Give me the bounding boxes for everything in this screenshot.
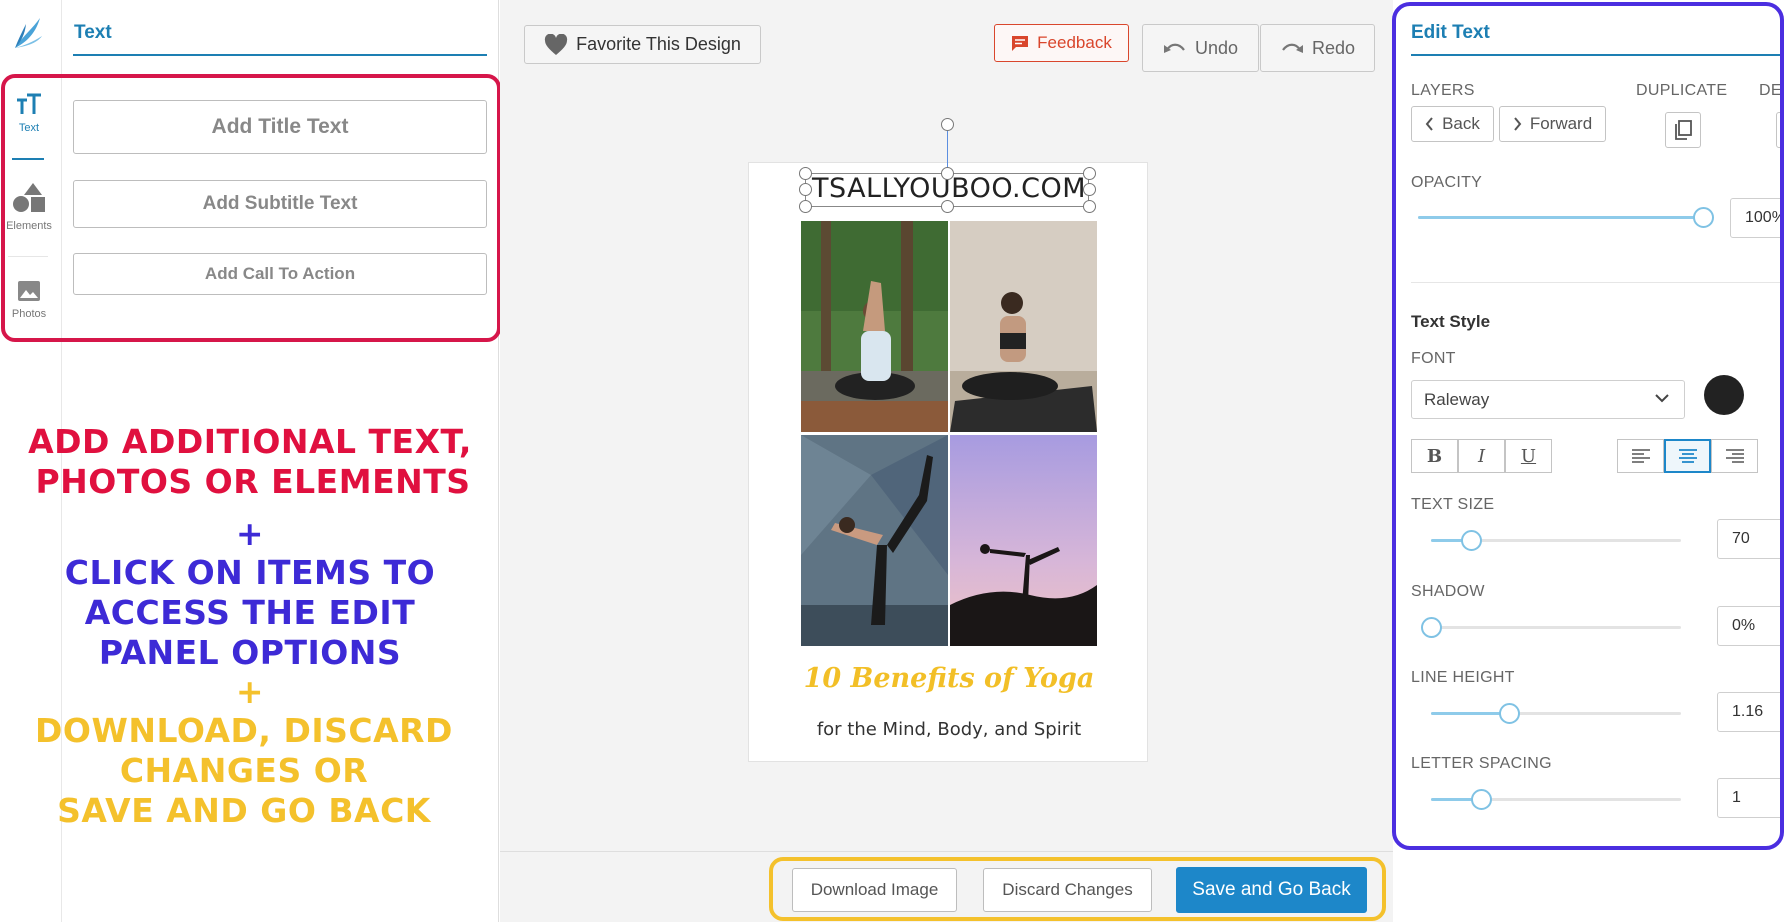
design-subtitle-text[interactable]: for the Mind, Body, and Spirit [749,719,1149,740]
resize-handle[interactable] [941,167,954,180]
instruction-plus: + [235,514,265,553]
instruction-line: CHANGES OR [119,751,369,790]
design-photo[interactable] [801,221,948,432]
panel-title: Text [74,22,112,43]
callout-add-content [1,74,501,342]
instruction-line: CLICK ON ITEMS TO [64,553,436,592]
redo-label: Redo [1311,37,1356,58]
instruction-line: ACCESS THE EDIT [84,593,416,632]
design-photo[interactable] [950,221,1097,432]
resize-handle[interactable] [941,200,954,213]
panel-title-rule [73,54,487,56]
instruction-line: PANEL OPTIONS [98,633,402,672]
app-logo [15,18,42,48]
resize-handle[interactable] [1083,167,1096,180]
favorite-label: Favorite This Design [576,34,741,54]
instruction-plus: + [235,672,265,711]
favorite-design-button[interactable]: Favorite This Design [524,25,761,64]
instruction-line: PHOTOS OR ELEMENTS [35,462,471,501]
design-title-text[interactable]: 10 Benefits of Yoga [749,663,1149,694]
feedback-button[interactable]: Feedback [994,24,1129,62]
design-photo[interactable] [950,435,1097,646]
design-photo[interactable] [801,435,948,646]
feedback-label: Feedback [1037,33,1112,52]
download-image-button[interactable]: Download Image [792,868,957,912]
undo-icon [1163,43,1185,53]
callout-edit-panel [1392,2,1784,850]
redo-icon [1282,43,1303,53]
rotate-handle[interactable] [941,118,954,131]
instruction-line: DOWNLOAD, DISCARD [35,711,453,750]
design-page[interactable]: TSALLYOUBOO.COM 10 Benefits of Yoga for … [748,118,1149,762]
heart-icon [545,33,568,55]
redo-button[interactable]: Redo [1260,24,1375,72]
resize-handle[interactable] [799,167,812,180]
resize-handle[interactable] [799,183,812,196]
design-canvas-area: Favorite This Design Feedback Undo Redo … [500,0,1393,922]
undo-label: Undo [1194,37,1239,58]
bottom-action-bar: Download Image Discard Changes Save and … [500,851,1393,922]
resize-handle[interactable] [1083,200,1096,213]
undo-button[interactable]: Undo [1142,24,1259,72]
resize-handle[interactable] [799,200,812,213]
discard-changes-button[interactable]: Discard Changes [983,868,1152,912]
resize-handle[interactable] [1083,183,1096,196]
instruction-line: ADD ADDITIONAL TEXT, [28,422,472,461]
chat-icon [1012,36,1029,51]
instruction-line: SAVE AND GO BACK [57,791,431,830]
save-and-go-back-button[interactable]: Save and Go Back [1176,867,1367,913]
